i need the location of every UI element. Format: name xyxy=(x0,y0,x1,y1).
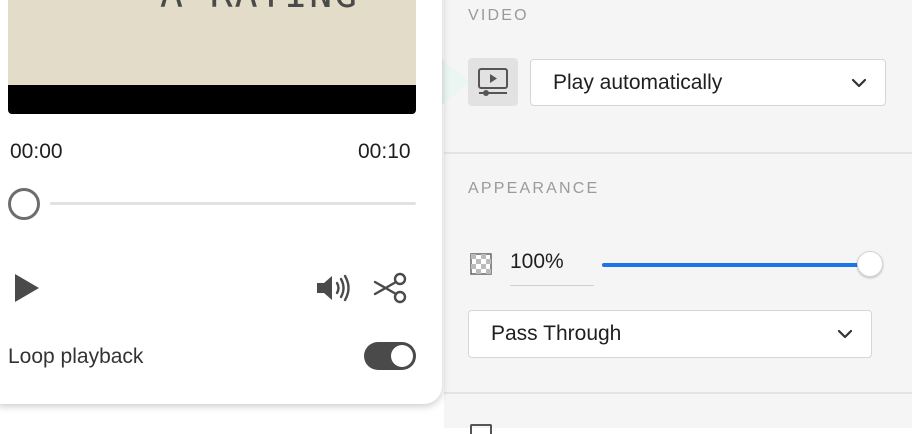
section-divider xyxy=(444,152,912,154)
volume-icon xyxy=(317,274,350,302)
chevron-down-icon xyxy=(837,329,853,339)
layer-icon xyxy=(470,424,492,434)
transparency-checker-icon xyxy=(470,253,492,275)
opacity-slider-track[interactable] xyxy=(602,263,872,267)
loop-playback-label: Loop playback xyxy=(8,345,144,368)
current-time: 00:00 xyxy=(10,140,63,163)
video-player-popover: A RATING 00:00 00:10 Loop playback xyxy=(0,0,442,404)
playback-mode-select[interactable]: Play automatically xyxy=(530,59,886,106)
scrubber-handle[interactable] xyxy=(8,188,40,220)
inspector-panel: VIDEO Play automatically APPEARANCE 100%… xyxy=(444,0,912,434)
scissors-icon xyxy=(373,272,407,304)
volume-button[interactable] xyxy=(314,270,354,306)
video-caption: A RATING xyxy=(160,0,359,16)
play-icon xyxy=(15,274,39,302)
section-divider xyxy=(444,392,912,394)
popover-arrow xyxy=(441,58,468,106)
appearance-section-title: APPEARANCE xyxy=(468,180,600,197)
loop-playback-toggle[interactable] xyxy=(364,342,416,370)
video-letterbox xyxy=(8,85,416,114)
blend-mode-select[interactable]: Pass Through xyxy=(468,310,872,358)
trim-button[interactable] xyxy=(372,270,410,306)
play-button[interactable] xyxy=(8,270,44,306)
video-settings-button[interactable] xyxy=(468,58,518,106)
playback-mode-value: Play automatically xyxy=(553,70,723,94)
blend-mode-value: Pass Through xyxy=(491,322,622,345)
video-section-title: VIDEO xyxy=(468,7,529,24)
video-preview[interactable]: A RATING xyxy=(8,0,416,85)
video-player-icon xyxy=(478,68,508,96)
toggle-knob xyxy=(391,345,413,367)
total-time: 00:10 xyxy=(358,140,411,163)
opacity-slider-handle[interactable] xyxy=(857,251,883,277)
chevron-down-icon xyxy=(851,78,867,87)
scrubber-track[interactable] xyxy=(50,202,416,205)
opacity-input[interactable]: 100% xyxy=(510,250,594,286)
